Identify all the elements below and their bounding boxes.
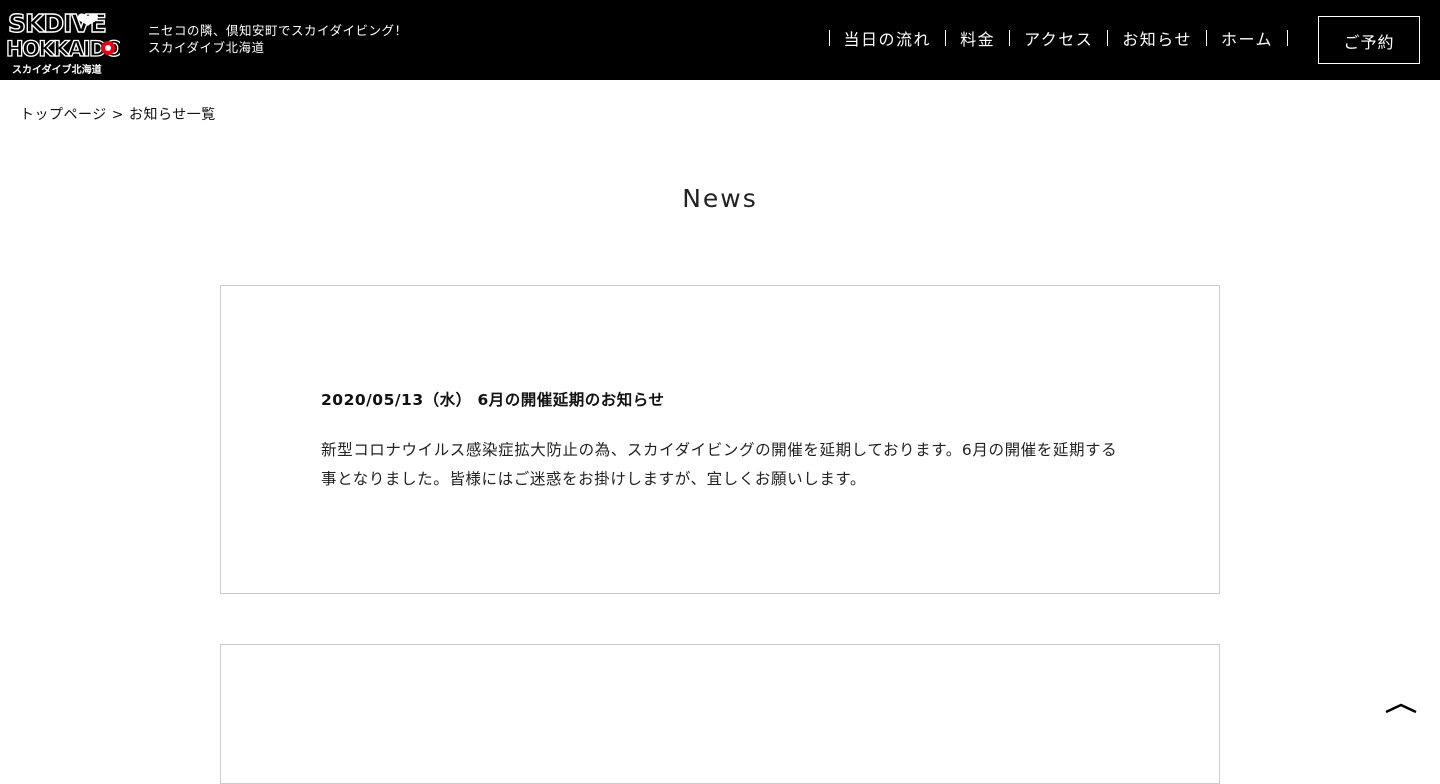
news-body: 新型コロナウイルス感染症拡大防止の為、スカイダイビングの開催を延期しております。… <box>321 441 1118 488</box>
nav-divider <box>945 30 947 46</box>
logo-caption: スカイダイブ北海道 <box>12 63 102 76</box>
tagline-line-1: ニセコの隣、倶知安町でスカイダイビング！ <box>148 23 408 38</box>
page-title: News <box>682 184 758 213</box>
nav-item-news[interactable]: お知らせ <box>1122 26 1192 50</box>
news-card <box>220 644 1220 784</box>
nav-divider <box>1287 30 1288 46</box>
nav-divider <box>1205 30 1207 46</box>
site-header: SKDIVE HOKKAIDO スカイダイブ北海道 ニセコの隣、倶知安町でスカイ… <box>0 0 1440 80</box>
main-nav: 当日の流れ 料金 アクセス お知らせ ホーム <box>815 26 1302 50</box>
breadcrumb-separator: > <box>111 107 124 123</box>
nav-item-home[interactable]: ホーム <box>1221 26 1273 50</box>
news-card: 2020/05/13（水） 6月の開催延期のお知らせ 新型コロナウイルス感染症拡… <box>220 285 1220 594</box>
news-title[interactable]: 2020/05/13（水） 6月の開催延期のお知らせ <box>321 388 664 410</box>
nav-divider <box>828 30 830 46</box>
breadcrumb-home-link[interactable]: トップページ <box>20 107 107 123</box>
breadcrumb-current: お知らせ一覧 <box>128 107 216 123</box>
nav-item-schedule[interactable]: 当日の流れ <box>844 26 932 50</box>
nav-divider <box>1009 30 1011 46</box>
nav-divider <box>1107 30 1109 46</box>
site-logo[interactable]: SKDIVE HOKKAIDO スカイダイブ北海道 <box>6 4 120 76</box>
nav-item-pricing[interactable]: 料金 <box>960 26 995 50</box>
chevron-up-icon[interactable] <box>1384 700 1418 720</box>
site-tagline: ニセコの隣、倶知安町でスカイダイビング！ スカイダイブ北海道 <box>148 22 408 56</box>
tagline-line-2: スカイダイブ北海道 <box>148 40 265 55</box>
breadcrumb: トップページ > お知らせ一覧 <box>20 104 216 124</box>
reserve-button[interactable]: ご予約 <box>1318 16 1420 64</box>
nav-item-access[interactable]: アクセス <box>1024 26 1093 50</box>
